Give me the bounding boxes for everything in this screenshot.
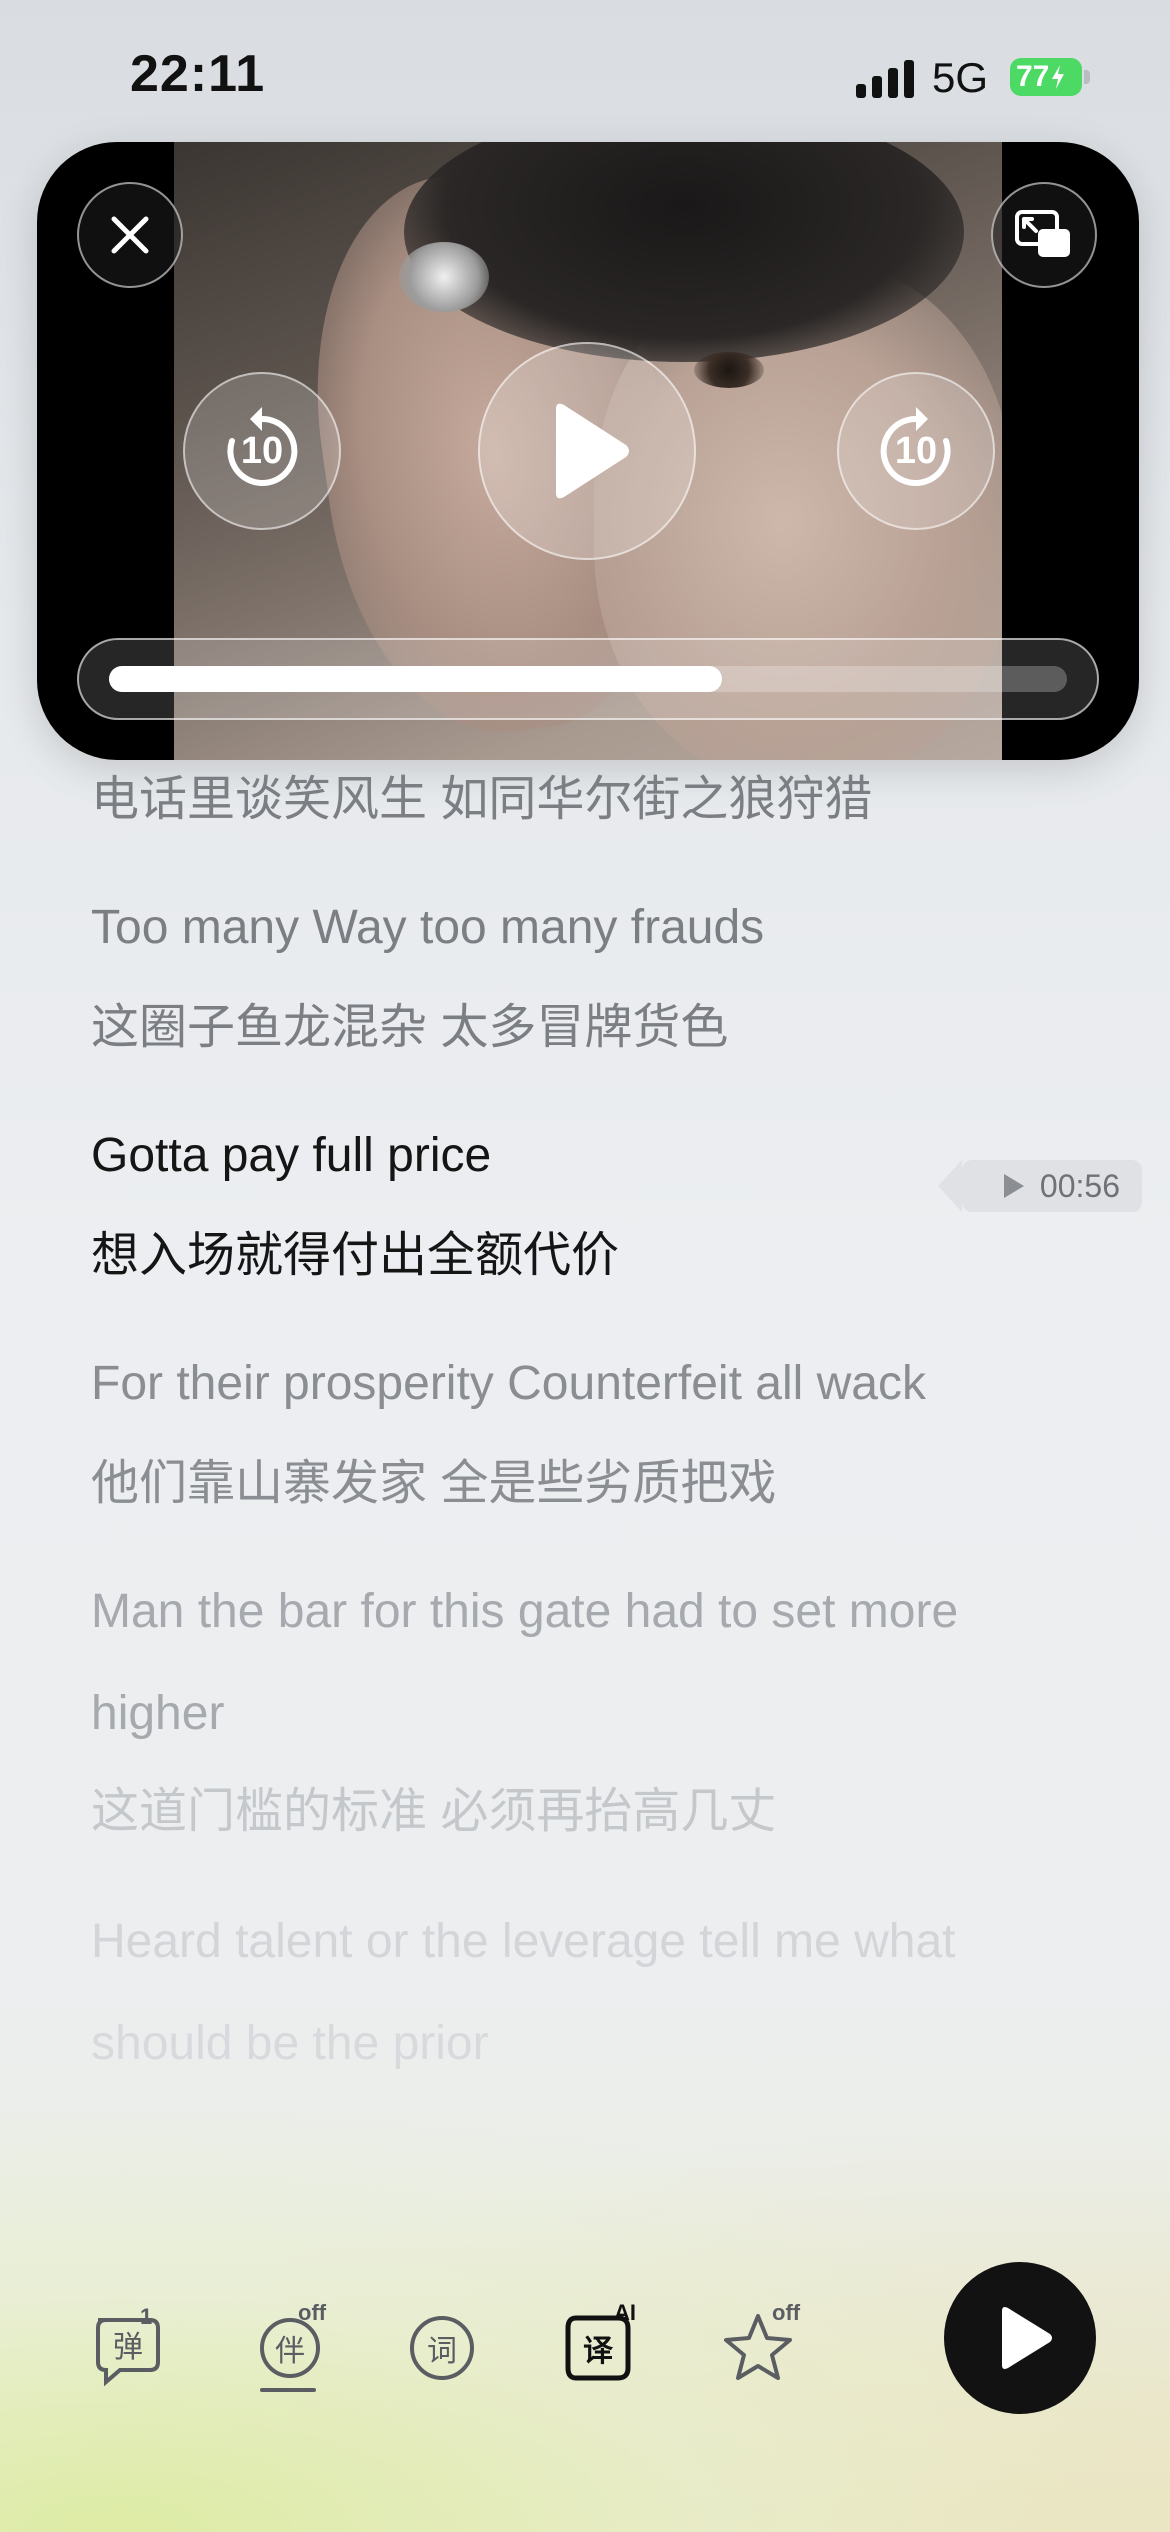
main-play-button[interactable] (944, 2262, 1096, 2414)
play-icon (556, 403, 629, 499)
cellular-signal-icon (856, 58, 916, 98)
seek-time: 00:56 (1039, 1167, 1120, 1204)
close-icon (111, 216, 149, 254)
picture-in-picture-icon (1015, 210, 1070, 257)
close-button[interactable] (77, 182, 183, 288)
picture-in-picture-button[interactable] (991, 182, 1097, 288)
video-player[interactable]: 10 10 (37, 142, 1139, 760)
word-button[interactable]: 词 (406, 2310, 496, 2400)
battery-icon: 77 (1010, 58, 1082, 96)
lyric-line[interactable]: Heard talent or the leverage tell me wha… (91, 1912, 955, 1972)
lyric-line[interactable]: should be the prior (91, 2014, 489, 2074)
word-glyph: 词 (427, 2334, 457, 2369)
rewind-label: 10 (240, 430, 284, 472)
progress-fill (109, 666, 723, 692)
lyric-line[interactable]: 这道门槛的标准 必须再抬高几丈 (91, 1782, 776, 1842)
accompany-button[interactable]: 伴 off (254, 2300, 344, 2400)
play-small-icon (1004, 1174, 1024, 1198)
danmaku-count: 1 (140, 2304, 153, 2329)
lyric-line[interactable]: 这圈子鱼龙混杂 太多冒牌货色 (91, 998, 728, 1058)
lyric-line-current[interactable]: Gotta pay full price (91, 1126, 491, 1186)
status-bar: 22:11 5G 77 (0, 0, 1170, 140)
translate-button[interactable]: 译 AI (562, 2300, 652, 2400)
lyric-line[interactable]: Too many Way too many frauds (91, 898, 764, 958)
translate-ai-badge: AI (614, 2300, 636, 2325)
progress-bar[interactable] (77, 638, 1099, 720)
video-play-button[interactable] (478, 342, 696, 560)
play-icon (1002, 2307, 1052, 2369)
lyric-line[interactable]: 他们靠山寨发家 全是些劣质把戏 (91, 1454, 776, 1514)
lyric-line-current[interactable]: 想入场就得付出全额代价 (91, 1226, 619, 1286)
forward-10-button[interactable]: 10 (837, 372, 995, 530)
battery-cap (1084, 70, 1090, 84)
lyric-line[interactable]: For their prosperity Counterfeit all wac… (91, 1354, 926, 1414)
danmaku-button[interactable]: 弹 1 (88, 2304, 178, 2400)
favorite-status: off (772, 2300, 801, 2325)
video-image-eye (694, 352, 764, 388)
forward-label: 10 (894, 430, 938, 472)
battery-level: 77 (1016, 60, 1050, 93)
seek-to-time-tag[interactable]: 00:56 (938, 1160, 1142, 1212)
progress-track[interactable] (109, 666, 1067, 692)
lyric-line[interactable]: higher (91, 1684, 224, 1744)
video-image-ring (399, 242, 489, 312)
status-time: 22:11 (130, 45, 266, 103)
accompany-status: off (298, 2300, 327, 2325)
network-type: 5G (932, 54, 989, 101)
lyric-line[interactable]: Man the bar for this gate had to set mor… (91, 1582, 958, 1642)
rewind-10-button[interactable]: 10 (183, 372, 341, 530)
lyric-line[interactable]: 电话里谈笑风生 如同华尔街之狼狩猎 (91, 770, 872, 830)
favorite-button[interactable]: off (722, 2300, 812, 2400)
